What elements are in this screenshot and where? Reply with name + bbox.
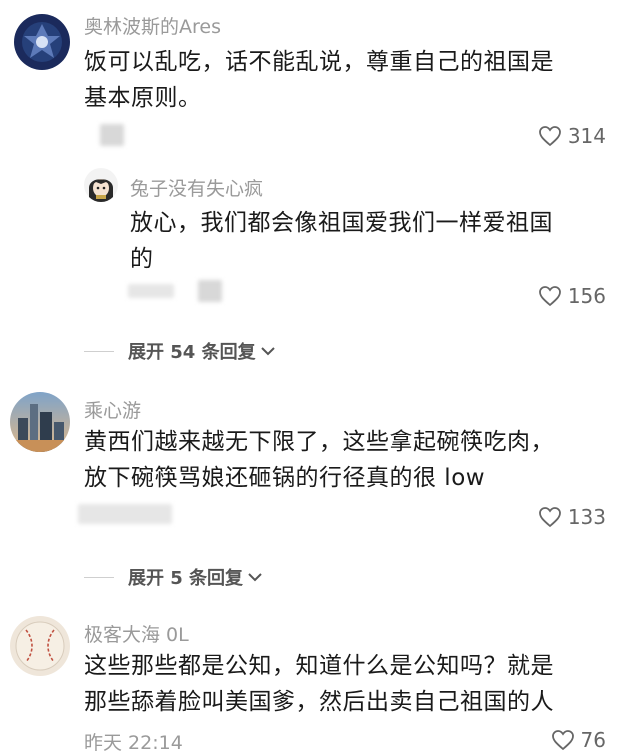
username[interactable]: 极客大海 0L (84, 620, 189, 647)
like-button[interactable]: 314 (538, 124, 606, 148)
like-count: 156 (567, 284, 606, 308)
reply-avatar[interactable] (84, 168, 118, 202)
comment-text-line: 黄西们越来越无下限了，这些拿起碗筷吃肉， (84, 429, 554, 455)
like-count: 133 (567, 505, 606, 529)
chevron-down-icon (248, 573, 262, 582)
like-button[interactable]: 133 (538, 505, 606, 529)
heart-icon (538, 126, 561, 147)
divider (84, 350, 114, 352)
comment-text: 饭可以乱吃，话不能乱说，尊重自己的祖国是 基本原则。 (84, 44, 554, 116)
expand-replies-button[interactable]: 展开 54 条回复 (84, 338, 276, 364)
comment-text: 这些那些都是公知，知道什么是公知吗？就是 那些舔着脸叫美国爹，然后出卖自己祖国的… (84, 648, 554, 720)
comment-text-line: 那些舔着脸叫美国爹，然后出卖自己祖国的人 (84, 689, 554, 715)
reply-text: 放心，我们都会像祖国爱我们一样爱祖国 的 (130, 205, 553, 277)
avatar-baseball-icon (10, 616, 70, 676)
heart-icon (538, 507, 561, 528)
avatar-emblem-icon (14, 14, 70, 70)
avatar-character-icon (84, 168, 118, 202)
divider (84, 576, 114, 578)
reply-text-line: 放心，我们都会像祖国爱我们一样爱祖国 (130, 210, 553, 236)
like-button[interactable]: 156 (538, 284, 606, 308)
reply-username[interactable]: 兔子没有失心疯 (130, 174, 263, 201)
expand-replies-label: 展开 54 条回复 (128, 342, 256, 363)
heart-icon (551, 730, 574, 751)
avatar[interactable] (10, 616, 70, 676)
like-button[interactable]: 76 (551, 728, 606, 752)
avatar[interactable] (14, 14, 70, 70)
comment-text-line: 基本原则。 (84, 85, 202, 111)
blurred-content (100, 124, 124, 146)
chevron-down-icon (260, 347, 275, 356)
avatar[interactable] (10, 392, 70, 452)
avatar-cityscape-icon (10, 392, 70, 452)
expand-replies-button[interactable]: 展开 5 条回复 (84, 564, 263, 590)
comment-text-line: 放下碗筷骂娘还砸锅的行径真的很 low (84, 465, 486, 491)
blurred-content (78, 504, 172, 524)
blurred-content (128, 284, 174, 298)
blurred-content (198, 280, 222, 302)
comment-text-line: 饭可以乱吃，话不能乱说，尊重自己的祖国是 (84, 49, 554, 75)
like-count: 314 (567, 124, 606, 148)
username[interactable]: 乘心游 (84, 396, 141, 423)
comment-text: 黄西们越来越无下限了，这些拿起碗筷吃肉， 放下碗筷骂娘还砸锅的行径真的很 low (84, 424, 554, 496)
username[interactable]: 奥林波斯的Ares (84, 12, 221, 39)
comment-time: 昨天 22:14 (84, 732, 183, 754)
reply-text-line: 的 (130, 246, 154, 272)
expand-replies-label: 展开 5 条回复 (128, 568, 244, 589)
heart-icon (538, 286, 561, 307)
like-count: 76 (580, 728, 606, 752)
comment-text-line: 这些那些都是公知，知道什么是公知吗？就是 (84, 653, 554, 679)
